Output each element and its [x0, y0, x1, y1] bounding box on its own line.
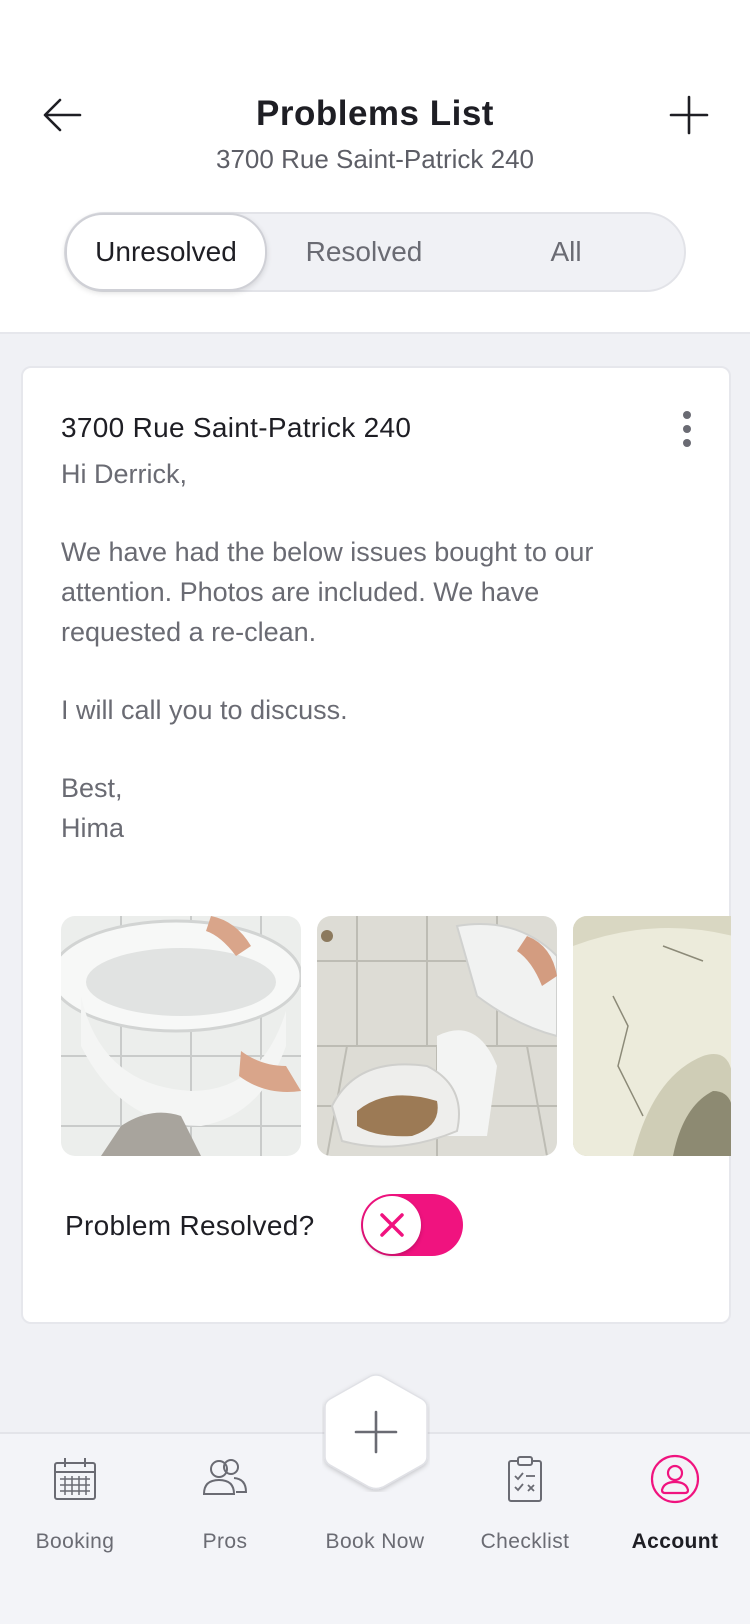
- nav-label-checklist: Checklist: [480, 1530, 570, 1553]
- filter-unresolved[interactable]: Unresolved: [65, 213, 267, 291]
- message-line: requested a re-clean.: [61, 617, 317, 647]
- close-icon: [380, 1213, 404, 1237]
- nav-label-booking: Booking: [35, 1530, 115, 1553]
- clipboard-check-icon: [508, 1456, 542, 1502]
- filter-resolved[interactable]: Resolved: [264, 214, 464, 290]
- more-options-button[interactable]: [673, 408, 701, 448]
- problem-resolved-label: Problem Resolved?: [65, 1210, 315, 1241]
- user-circle-icon: [650, 1454, 700, 1504]
- page-title: Problems List: [256, 94, 494, 133]
- plus-icon: [669, 95, 709, 135]
- message-line: attention. Photos are included. We have: [61, 577, 540, 607]
- problem-resolved-toggle[interactable]: [361, 1194, 463, 1256]
- calendar-icon: [54, 1458, 96, 1500]
- problem-photo[interactable]: [317, 916, 557, 1156]
- message-call-line: I will call you to discuss.: [61, 695, 348, 725]
- problem-card: 3700 Rue Saint-Patrick 240 Hi Derrick, W…: [21, 366, 731, 1324]
- nav-item-account[interactable]: Account: [600, 1434, 750, 1564]
- header: Problems List 3700 Rue Saint-Patrick 240…: [0, 0, 750, 334]
- problem-title: 3700 Rue Saint-Patrick 240: [61, 412, 412, 443]
- hexagon-plus-icon: [324, 1374, 428, 1490]
- page-subtitle: 3700 Rue Saint-Patrick 240: [216, 144, 534, 174]
- message-greeting: Hi Derrick,: [61, 459, 187, 489]
- book-now-button[interactable]: [322, 1372, 430, 1492]
- users-icon: [202, 1459, 248, 1495]
- problem-photo[interactable]: [573, 916, 731, 1156]
- filter-all[interactable]: All: [466, 214, 666, 290]
- message-line: We have had the below issues bought to o…: [61, 537, 594, 567]
- more-vertical-icon: [683, 411, 691, 419]
- add-problem-button[interactable]: [666, 92, 712, 138]
- nav-label-account: Account: [631, 1530, 719, 1553]
- nav-label-book-now: Book Now: [325, 1530, 425, 1553]
- nav-item-checklist[interactable]: Checklist: [450, 1434, 600, 1564]
- nav-label-pros: Pros: [202, 1530, 248, 1553]
- message-signoff: Best,: [61, 773, 123, 803]
- toggle-knob: [363, 1196, 421, 1254]
- message-signature: Hima: [61, 813, 125, 843]
- problem-photo[interactable]: [61, 916, 301, 1156]
- nav-item-pros[interactable]: Pros: [150, 1434, 300, 1564]
- nav-item-booking[interactable]: Booking: [0, 1434, 150, 1564]
- filter-segmented-control: Unresolved Resolved All: [64, 212, 686, 292]
- photo-gallery: [61, 916, 731, 1156]
